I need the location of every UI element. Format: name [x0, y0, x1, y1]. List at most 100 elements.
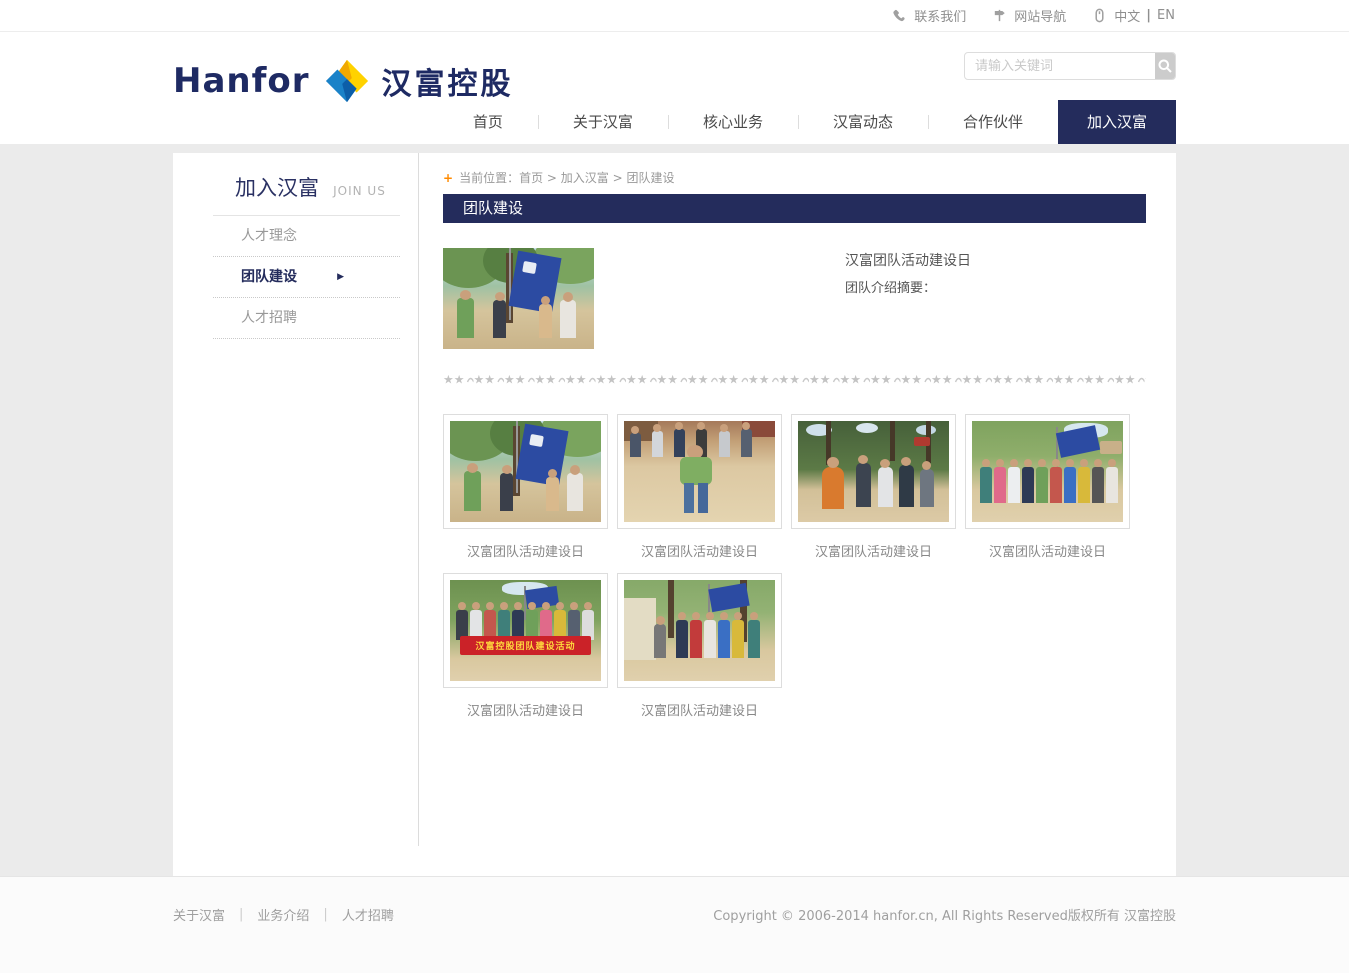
gallery-item[interactable]: 汉富团队活动建设日 — [617, 573, 782, 732]
photo-shape — [698, 483, 708, 513]
featured-title: 汉富团队活动建设日 — [845, 250, 971, 270]
photo-shape — [899, 465, 914, 507]
photo-shape — [509, 248, 511, 320]
sidebar-item-recruitment[interactable]: 人才招聘 — [213, 298, 400, 339]
gallery-photo-frame — [791, 414, 956, 529]
photo-shape — [514, 602, 522, 610]
breadcrumb-path[interactable]: 首页 > 加入汉富 > 团队建设 — [519, 171, 674, 185]
nav-item-join[interactable]: 加入汉富 — [1058, 100, 1176, 144]
mouse-icon — [1092, 8, 1107, 23]
photo-shape — [675, 422, 683, 430]
photo-shape — [901, 457, 911, 466]
photo-shape — [980, 467, 992, 503]
photo-shape — [706, 612, 714, 620]
chevron-right-icon: ▶ — [337, 257, 344, 297]
sidebar-subtitle: JOIN US — [333, 184, 386, 198]
photo-shape — [1024, 459, 1032, 467]
sidebar-header: 加入汉富 JOIN US — [213, 172, 400, 216]
footer-link-recruit[interactable]: 人才招聘 — [342, 905, 394, 924]
photo-shape — [570, 465, 580, 475]
lang-en-link[interactable]: EN — [1157, 8, 1175, 23]
photo-shape — [542, 602, 550, 610]
brand-logo[interactable]: Hanfor 汉富控股 — [173, 58, 514, 104]
gallery-photo — [972, 421, 1123, 522]
photo-shape — [741, 429, 752, 457]
main-nav: 首页 关于汉富 核心业务 汉富动态 合作伙伴 加入汉富 — [438, 100, 1176, 144]
photo-shape — [541, 296, 550, 305]
photo-shape — [692, 612, 700, 620]
contact-link[interactable]: 联系我们 — [892, 6, 966, 25]
nav-item-business[interactable]: 核心业务 — [668, 100, 798, 144]
photo-shape — [516, 421, 518, 493]
search-input[interactable] — [965, 53, 1155, 79]
gallery-item[interactable]: 汉富团队活动建设日 — [617, 414, 782, 573]
photo-shape — [1094, 459, 1102, 467]
photo-shape — [1100, 441, 1122, 454]
nav-item-news[interactable]: 汉富动态 — [798, 100, 928, 144]
nav-item-about[interactable]: 关于汉富 — [538, 100, 668, 144]
gallery-item[interactable]: 汉富团队活动建设日 — [791, 414, 956, 573]
gallery-item[interactable]: 汉富团队活动建设日 — [443, 414, 608, 573]
featured-photo[interactable] — [443, 248, 594, 349]
featured-summary: 团队介绍摘要： — [845, 277, 971, 296]
photo-shape — [750, 612, 758, 620]
gallery-photo — [624, 421, 775, 522]
featured-article[interactable]: 汉富团队活动建设日 团队介绍摘要： — [443, 248, 1146, 349]
photo-shape — [858, 455, 868, 464]
photo-shape — [653, 424, 661, 432]
photo-shape — [856, 423, 878, 433]
nav-item-partners[interactable]: 合作伙伴 — [928, 100, 1058, 144]
photo-shape — [822, 467, 844, 509]
photo-shape — [522, 261, 537, 274]
sitenav-link[interactable]: 网站导航 — [992, 6, 1066, 25]
photo-shape — [920, 469, 934, 507]
photo-shape — [493, 300, 506, 338]
photo-shape — [674, 429, 685, 457]
gallery-photo-frame — [617, 573, 782, 688]
breadcrumb-prefix: 当前位置： — [459, 171, 519, 185]
lang-zh-link[interactable]: 中文 — [1114, 6, 1140, 25]
footer-link-business[interactable]: 业务介绍 — [257, 905, 309, 924]
photo-shape — [500, 602, 508, 610]
photo-shape — [472, 602, 480, 610]
sidebar: 加入汉富 JOIN US 人才理念 团队建设 ▶ 人才招聘 — [173, 153, 418, 339]
gallery-item[interactable]: 汉富控股团队建设活动 汉富团队活动建设日 — [443, 573, 608, 732]
photo-shape — [668, 580, 674, 638]
photo-shape — [734, 612, 742, 620]
photo-shape — [890, 421, 895, 461]
photo-shape — [678, 612, 686, 620]
photo-shape — [630, 433, 641, 457]
photo-shape — [1078, 467, 1090, 503]
signpost-icon — [992, 8, 1007, 23]
photo-shape — [742, 422, 750, 430]
sidebar-menu: 人才理念 团队建设 ▶ 人才招聘 — [213, 216, 400, 339]
footer-links: 关于汉富 | 业务介绍 | 人才招聘 — [173, 905, 394, 924]
photo-shape — [878, 467, 893, 507]
photo-shape — [690, 620, 702, 658]
nav-item-home[interactable]: 首页 — [438, 100, 538, 144]
photo-shape — [652, 431, 663, 457]
photo-shape — [556, 602, 564, 610]
photo-shape — [1064, 467, 1076, 503]
gallery-item[interactable]: 汉富团队活动建设日 — [965, 414, 1130, 573]
photo-shape — [539, 304, 552, 338]
photo-shape — [502, 465, 512, 474]
search-button[interactable] — [1155, 53, 1175, 79]
footer-link-about[interactable]: 关于汉富 — [173, 905, 225, 924]
sidebar-item-talent-philosophy[interactable]: 人才理念 — [213, 216, 400, 257]
photo-shape — [548, 469, 557, 478]
photo-banner-text: 汉富控股团队建设活动 — [460, 639, 591, 652]
photo-shape — [631, 426, 639, 434]
photo-shape — [528, 602, 536, 610]
star-separator: ★★ — [443, 371, 1146, 387]
photo-shape — [500, 473, 513, 511]
photo-shape — [560, 300, 576, 338]
photo-shape — [1050, 467, 1062, 503]
sidebar-item-team-building[interactable]: 团队建设 ▶ — [213, 257, 400, 298]
photo-shape — [1080, 459, 1088, 467]
photo-shape — [567, 473, 583, 511]
photo-shape — [982, 459, 990, 467]
search-icon — [1157, 58, 1173, 74]
gallery-caption: 汉富团队活动建设日 — [617, 700, 782, 719]
brand-name-en: Hanfor — [173, 61, 310, 101]
